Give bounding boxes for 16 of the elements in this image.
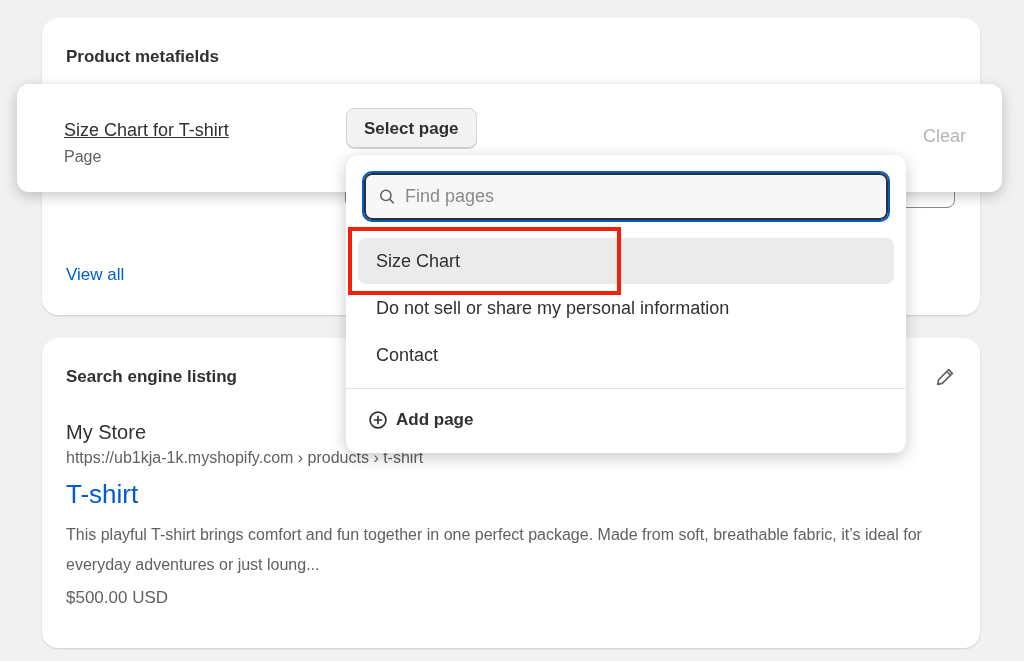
view-all-link[interactable]: View all	[66, 262, 125, 288]
page-title-link[interactable]: T-shirt	[66, 478, 139, 510]
find-pages-input[interactable]: Find pages	[404, 183, 874, 210]
price: $500.00 USD	[66, 587, 170, 609]
metafield-type: Page	[64, 147, 103, 167]
search-field[interactable]: Find pages	[364, 173, 888, 220]
card-title: Search engine listing	[66, 366, 237, 388]
plus-circle-icon	[368, 409, 388, 430]
store-name: My Store	[66, 420, 147, 444]
page-option[interactable]: Size Chart	[358, 238, 894, 284]
card-title: Product metafields	[66, 46, 221, 68]
select-page-button[interactable]: Select page	[346, 108, 477, 149]
edit-icon[interactable]	[934, 366, 956, 388]
metafield-name-link[interactable]: Size Chart for T-shirt	[64, 119, 229, 141]
page-description: This playful T-shirt brings comfort and fun together in one perfect package. Made from soft, breathable fabric, it’s ideal for everyday adventures or just loung...	[66, 525, 923, 575]
add-page-button[interactable]: Add page	[368, 407, 474, 433]
